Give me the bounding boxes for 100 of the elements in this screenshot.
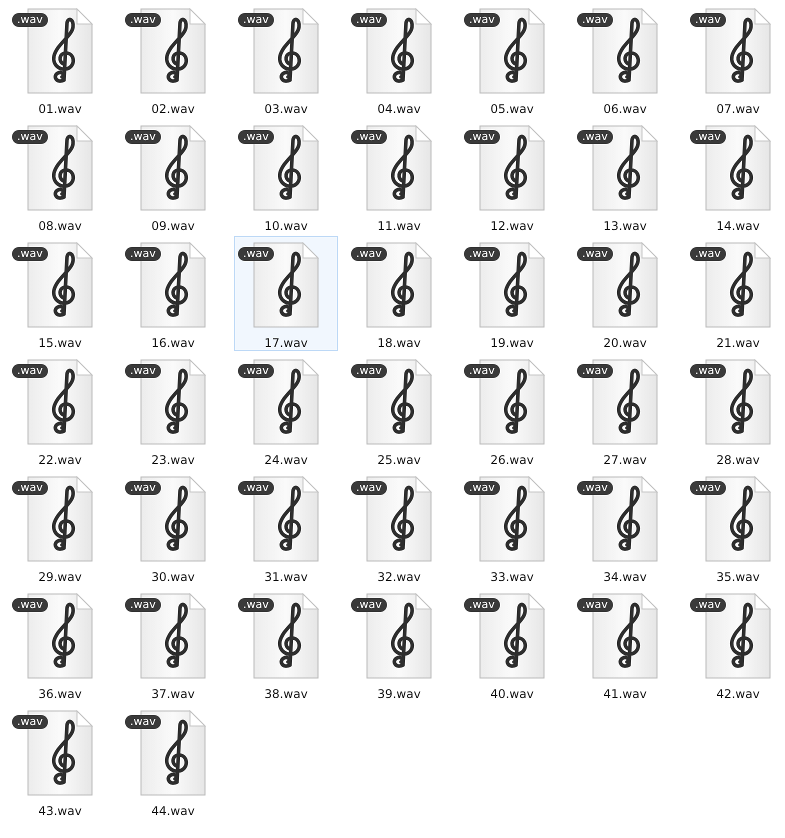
file-item[interactable]: .wav 26.wav [460, 353, 564, 468]
file-item[interactable]: .wav 09.wav [121, 119, 225, 234]
file-name: 28.wav [716, 453, 760, 467]
file-name: 06.wav [603, 102, 647, 116]
file-extension-label: .wav [125, 481, 161, 495]
file-extension-label: .wav [238, 130, 274, 144]
file-item[interactable]: .wav 40.wav [460, 587, 564, 702]
file-item[interactable]: .wav 21.wav [686, 236, 785, 351]
file-item[interactable]: .wav 06.wav [573, 2, 677, 117]
file-item[interactable]: .wav 01.wav [8, 2, 112, 117]
file-name: 15.wav [38, 336, 82, 350]
file-extension-label: .wav [125, 13, 161, 27]
file-item[interactable]: .wav 44.wav [121, 704, 225, 819]
file-name: 11.wav [377, 219, 421, 233]
file-extension-label: .wav [125, 364, 161, 378]
file-item[interactable]: .wav 36.wav [8, 587, 112, 702]
file-item[interactable]: .wav 29.wav [8, 470, 112, 585]
file-extension-label: .wav [464, 598, 500, 612]
file-name: 26.wav [490, 453, 534, 467]
file-name: 34.wav [603, 570, 647, 584]
file-item[interactable]: .wav 30.wav [121, 470, 225, 585]
file-name: 31.wav [264, 570, 308, 584]
file-name: 20.wav [603, 336, 647, 350]
file-item[interactable]: .wav 25.wav [347, 353, 451, 468]
file-extension-label: .wav [12, 13, 48, 27]
file-item[interactable]: .wav 35.wav [686, 470, 785, 585]
file-item[interactable]: .wav 32.wav [347, 470, 451, 585]
file-item[interactable]: .wav 42.wav [686, 587, 785, 702]
file-item[interactable]: .wav 37.wav [121, 587, 225, 702]
file-item[interactable]: .wav 11.wav [347, 119, 451, 234]
file-name: 37.wav [151, 687, 195, 701]
file-extension-label: .wav [577, 13, 613, 27]
file-item[interactable]: .wav 03.wav [234, 2, 338, 117]
file-item[interactable]: .wav 43.wav [8, 704, 112, 819]
file-name: 32.wav [377, 570, 421, 584]
file-name: 03.wav [264, 102, 308, 116]
file-name: 29.wav [38, 570, 82, 584]
file-item[interactable]: .wav 33.wav [460, 470, 564, 585]
file-name: 33.wav [490, 570, 534, 584]
file-item[interactable]: .wav 05.wav [460, 2, 564, 117]
file-extension-label: .wav [238, 598, 274, 612]
file-item[interactable]: .wav 34.wav [573, 470, 677, 585]
file-extension-label: .wav [12, 247, 48, 261]
file-item[interactable]: .wav 41.wav [573, 587, 677, 702]
file-extension-label: .wav [690, 247, 726, 261]
file-extension-label: .wav [577, 598, 613, 612]
file-name: 10.wav [264, 219, 308, 233]
file-item[interactable]: .wav 04.wav [347, 2, 451, 117]
file-name: 30.wav [151, 570, 195, 584]
file-item[interactable]: .wav 31.wav [234, 470, 338, 585]
file-extension-label: .wav [577, 364, 613, 378]
file-extension-label: .wav [12, 715, 48, 729]
file-item[interactable]: .wav 15.wav [8, 236, 112, 351]
file-extension-label: .wav [464, 364, 500, 378]
file-extension-label: .wav [351, 13, 387, 27]
file-extension-label: .wav [690, 13, 726, 27]
file-extension-label: .wav [464, 13, 500, 27]
file-extension-label: .wav [351, 130, 387, 144]
file-item[interactable]: .wav 02.wav [121, 2, 225, 117]
file-extension-label: .wav [351, 481, 387, 495]
file-name: 43.wav [38, 804, 82, 818]
file-extension-label: .wav [238, 481, 274, 495]
file-extension-label: .wav [238, 247, 274, 261]
file-name: 19.wav [490, 336, 534, 350]
file-item[interactable]: .wav 39.wav [347, 587, 451, 702]
file-name: 14.wav [716, 219, 760, 233]
file-name: 39.wav [377, 687, 421, 701]
file-item[interactable]: .wav 07.wav [686, 2, 785, 117]
file-name: 23.wav [151, 453, 195, 467]
file-name: 02.wav [151, 102, 195, 116]
file-extension-label: .wav [577, 130, 613, 144]
file-item[interactable]: .wav 23.wav [121, 353, 225, 468]
file-name: 24.wav [264, 453, 308, 467]
file-item[interactable]: .wav 24.wav [234, 353, 338, 468]
file-extension-label: .wav [690, 130, 726, 144]
file-item[interactable]: .wav 38.wav [234, 587, 338, 702]
file-item[interactable]: .wav 10.wav [234, 119, 338, 234]
file-item[interactable]: .wav 27.wav [573, 353, 677, 468]
file-extension-label: .wav [12, 130, 48, 144]
file-item[interactable]: .wav 17.wav [234, 236, 338, 351]
file-item[interactable]: .wav 18.wav [347, 236, 451, 351]
file-name: 13.wav [603, 219, 647, 233]
file-item[interactable]: .wav 20.wav [573, 236, 677, 351]
file-name: 18.wav [377, 336, 421, 350]
file-item[interactable]: .wav 22.wav [8, 353, 112, 468]
file-extension-label: .wav [12, 364, 48, 378]
file-item[interactable]: .wav 19.wav [460, 236, 564, 351]
file-extension-label: .wav [690, 481, 726, 495]
file-item[interactable]: .wav 13.wav [573, 119, 677, 234]
file-extension-label: .wav [577, 247, 613, 261]
file-name: 16.wav [151, 336, 195, 350]
file-item[interactable]: .wav 08.wav [8, 119, 112, 234]
file-name: 07.wav [716, 102, 760, 116]
file-name: 36.wav [38, 687, 82, 701]
file-item[interactable]: .wav 28.wav [686, 353, 785, 468]
file-name: 21.wav [716, 336, 760, 350]
file-extension-label: .wav [125, 247, 161, 261]
file-item[interactable]: .wav 12.wav [460, 119, 564, 234]
file-item[interactable]: .wav 14.wav [686, 119, 785, 234]
file-item[interactable]: .wav 16.wav [121, 236, 225, 351]
